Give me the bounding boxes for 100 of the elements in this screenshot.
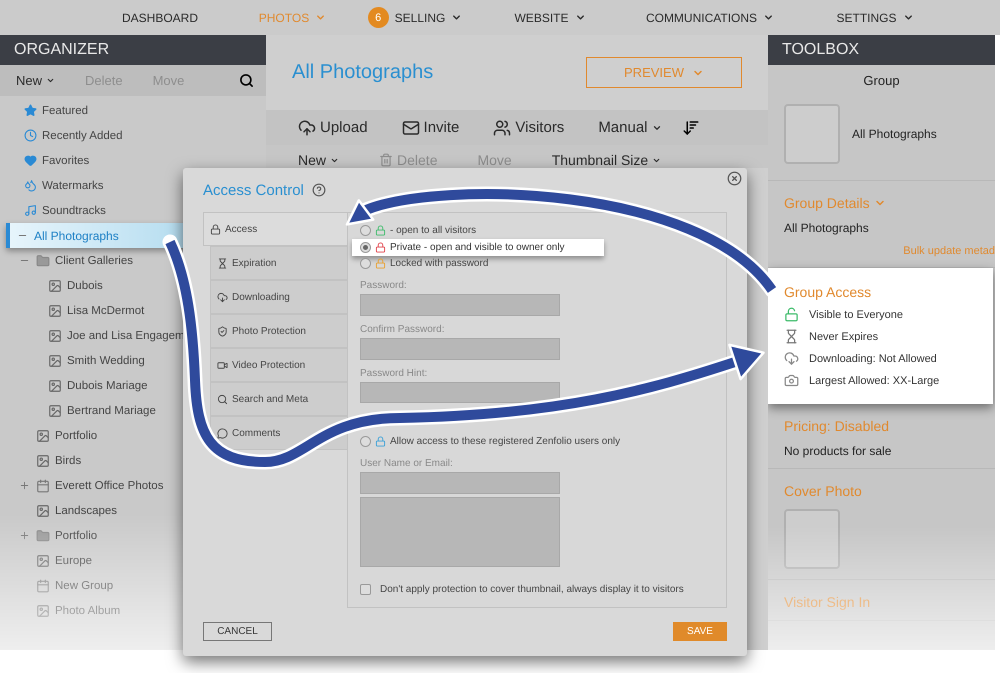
nav-link[interactable]: DASHBOARD xyxy=(122,10,198,24)
image-icon xyxy=(48,354,62,368)
option-label: Don't apply protection to cover thumbnail, always display it to visitors xyxy=(380,584,684,596)
shield-icon xyxy=(217,326,228,336)
lock-icon xyxy=(210,224,221,234)
toolbar-button[interactable]: New xyxy=(16,73,56,88)
action-button[interactable]: Invite xyxy=(402,118,460,136)
dialog-tab[interactable]: Access xyxy=(203,212,347,246)
tree-item[interactable]: Landscapes xyxy=(0,498,266,523)
cancel-button[interactable]: CANCEL xyxy=(203,622,272,641)
video-icon xyxy=(217,360,228,370)
close-button[interactable] xyxy=(727,171,742,186)
search-button[interactable] xyxy=(239,73,254,88)
nav-link[interactable]: SETTINGS xyxy=(836,10,914,24)
nav-link[interactable]: COMMUNICATIONS xyxy=(646,10,774,24)
toolbar-button[interactable]: New xyxy=(298,152,340,168)
tree-item[interactable]: Birds xyxy=(0,448,266,473)
star-icon xyxy=(24,104,37,117)
tree-item[interactable]: Portfolio xyxy=(0,523,266,548)
checkbox[interactable] xyxy=(360,584,371,596)
access-info: Never Expires xyxy=(809,330,878,342)
panel-header: TOOLBOX xyxy=(768,35,995,65)
user-list-box[interactable] xyxy=(360,496,560,568)
page-title: All Photographs xyxy=(292,61,434,84)
music-icon xyxy=(24,204,37,217)
camera-icon xyxy=(784,373,799,388)
action-button[interactable]: Upload xyxy=(298,118,368,136)
trash-icon xyxy=(379,153,394,167)
hourglass-icon xyxy=(217,258,228,268)
password-hint-field[interactable] xyxy=(360,382,560,404)
dialog-tab[interactable]: Search and Meta xyxy=(210,382,347,416)
access-info: Downloading: Not Allowed xyxy=(809,352,937,364)
users-icon xyxy=(493,118,512,136)
radio-button[interactable] xyxy=(360,242,371,253)
dialog-tab[interactable]: Video Protection xyxy=(210,348,347,382)
radio-button[interactable] xyxy=(360,258,371,270)
action-button[interactable]: Visitors xyxy=(493,118,564,136)
cloud-upload-icon xyxy=(298,118,316,136)
action-button[interactable]: Manual xyxy=(598,119,662,136)
section-title: Cover Photo xyxy=(784,483,863,499)
folder-icon xyxy=(36,254,50,268)
hourglass-icon xyxy=(784,329,799,344)
count-badge: 6 xyxy=(368,7,389,28)
tree-item[interactable]: Europe xyxy=(0,548,266,573)
image-icon xyxy=(36,454,50,468)
pricing-text: No products for sale xyxy=(784,444,892,458)
confirm-password-field[interactable] xyxy=(360,338,560,360)
field-label: Password: xyxy=(360,280,408,292)
field-label: Confirm Password: xyxy=(360,324,446,335)
radio-button[interactable] xyxy=(360,224,371,236)
heart-icon xyxy=(24,154,37,167)
mail-icon xyxy=(402,118,420,136)
group-name: All Photographs xyxy=(852,127,937,141)
username-field[interactable] xyxy=(360,472,560,494)
folder-icon xyxy=(784,104,840,164)
toolbar-button[interactable]: Thumbnail Size xyxy=(552,152,662,168)
folder-icon xyxy=(784,509,840,569)
calendar-icon xyxy=(36,478,50,492)
option-label: Private - open and visible to owner only xyxy=(390,242,565,253)
section-title: Visitor Sign In xyxy=(784,594,872,610)
section-title: Pricing: Disabled xyxy=(784,418,890,434)
access-info: Largest Allowed: XX-Large xyxy=(809,374,940,386)
section-title: Group Access xyxy=(784,284,872,300)
tree-item[interactable]: Favorites xyxy=(0,148,266,173)
search-icon xyxy=(217,394,228,404)
access-info: Visible to Everyone xyxy=(809,308,903,320)
sort-icon xyxy=(682,118,700,136)
tree-item[interactable]: Recently Added xyxy=(0,123,266,148)
nav-link[interactable]: WEBSITE xyxy=(514,10,586,24)
password-field[interactable] xyxy=(360,294,560,316)
image-icon xyxy=(48,278,62,292)
image-icon xyxy=(48,328,62,342)
panel-header: ORGANIZER xyxy=(0,35,266,65)
dialog-tab[interactable]: Expiration xyxy=(210,246,347,280)
calendar-icon xyxy=(36,578,50,592)
dialog-tab[interactable]: Photo Protection xyxy=(210,314,347,348)
close-icon xyxy=(727,171,742,186)
dialog-tab[interactable]: Downloading xyxy=(210,280,347,314)
option-label: - open to all visitors xyxy=(390,224,476,236)
image-icon xyxy=(48,378,62,392)
radio-button[interactable] xyxy=(360,436,371,448)
sort-button[interactable] xyxy=(682,118,700,136)
cloud-download-icon xyxy=(784,351,799,366)
option-label: Locked with password xyxy=(390,258,488,270)
tree-item[interactable]: Featured xyxy=(0,98,266,123)
droplets-icon xyxy=(24,179,37,192)
group-name: All Photographs xyxy=(784,221,870,235)
option-label: Allow access to these registered Zenfolio users only xyxy=(390,436,620,448)
tree-item[interactable]: Everett Office Photos xyxy=(0,473,266,498)
help-icon xyxy=(312,183,326,197)
folder-icon xyxy=(36,528,50,542)
dialog-title: Access Control xyxy=(203,182,304,198)
clock-icon xyxy=(24,129,37,142)
image-icon xyxy=(48,304,62,318)
nav-link[interactable]: 6 SELLING xyxy=(368,7,462,28)
field-label: User Name or Email: xyxy=(360,458,454,470)
search-icon xyxy=(239,73,254,88)
unlocked-icon xyxy=(784,307,799,322)
comment-icon xyxy=(217,428,228,438)
image-icon xyxy=(36,504,50,518)
